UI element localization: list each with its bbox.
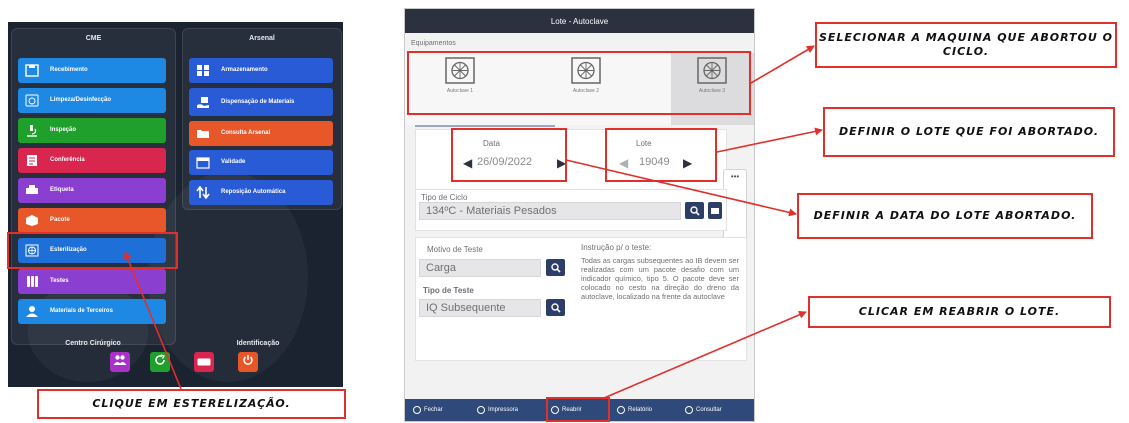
arrow-to-esterilizacao — [123, 251, 182, 390]
annotation-arrows — [123, 45, 823, 399]
arrow-to-select-machine — [750, 45, 815, 84]
arrow-to-define-data — [565, 159, 797, 217]
arrow-to-define-lote — [716, 127, 823, 153]
arrow-to-reopen — [603, 311, 807, 399]
